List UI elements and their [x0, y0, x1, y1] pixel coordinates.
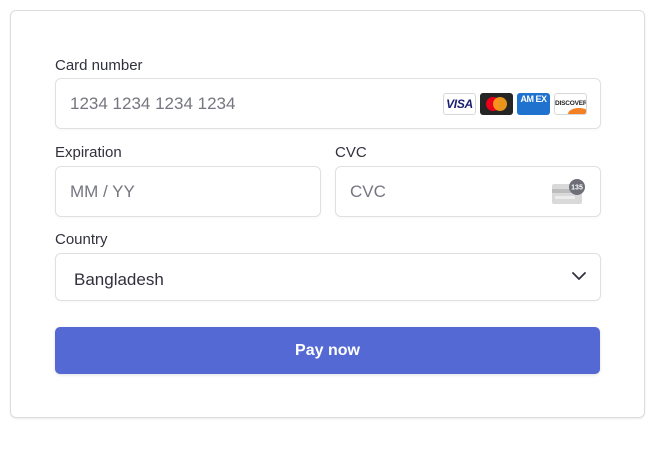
visa-logo-text: VISA	[446, 97, 473, 111]
cvc-field[interactable]: 135	[335, 166, 601, 217]
expiration-input[interactable]	[56, 167, 320, 216]
chevron-down-icon	[572, 272, 586, 280]
amex-logo-text: AM EX	[520, 94, 547, 104]
discover-logo-icon: DISCOVER	[554, 93, 587, 115]
expiration-label: Expiration	[55, 144, 122, 161]
card-number-field[interactable]: VISA AM EX DISCOVER	[55, 78, 601, 129]
country-select[interactable]: Bangladesh	[55, 253, 601, 301]
cvc-icon-text: 135	[571, 185, 583, 192]
expiration-field[interactable]	[55, 166, 321, 217]
card-brands: VISA AM EX DISCOVER	[443, 93, 587, 115]
visa-logo-icon: VISA	[443, 93, 476, 115]
cvc-label: CVC	[335, 144, 367, 161]
discover-logo-text: DISCOVER	[555, 100, 587, 107]
card-number-label: Card number	[55, 57, 143, 74]
card-back-cvc-icon: 135	[552, 179, 585, 204]
amex-logo-icon: AM EX	[517, 93, 550, 115]
country-selected-value: Bangladesh	[74, 270, 164, 289]
pay-now-button[interactable]: Pay now	[55, 327, 600, 374]
mastercard-logo-icon	[480, 93, 513, 115]
country-label: Country	[55, 231, 108, 248]
